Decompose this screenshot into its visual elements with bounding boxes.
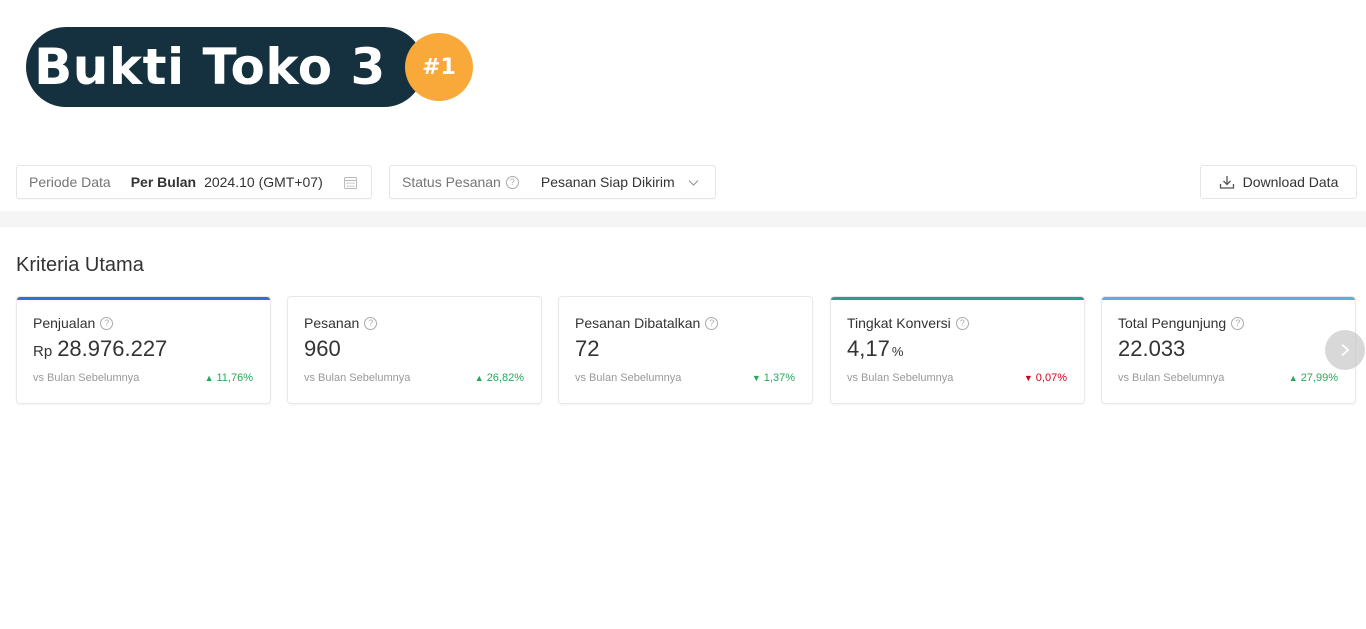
section-title: Kriteria Utama bbox=[16, 254, 144, 276]
calendar-icon[interactable] bbox=[343, 175, 358, 190]
change-indicator: ▼ 0,07% bbox=[1024, 372, 1067, 384]
download-data-button[interactable]: Download Data bbox=[1200, 165, 1357, 199]
triangle-down-icon: ▼ bbox=[1023, 373, 1033, 383]
card-accent-bar bbox=[831, 297, 1084, 300]
period-value: 2024.10 (GMT+07) bbox=[204, 174, 323, 190]
download-label: Download Data bbox=[1242, 174, 1339, 190]
change-indicator: ▲ 27,99% bbox=[1289, 372, 1338, 384]
triangle-down-icon: ▼ bbox=[751, 373, 761, 383]
status-value: Pesanan Siap Dikirim bbox=[540, 174, 675, 190]
card-value-number: 960 bbox=[304, 336, 341, 361]
card-title-text: Pesanan Dibatalkan bbox=[575, 315, 701, 331]
change-value: 1,37% bbox=[763, 372, 795, 384]
period-filter[interactable]: Periode Data Per Bulan 2024.10 (GMT+07) bbox=[16, 165, 372, 199]
value-suffix: % bbox=[891, 344, 904, 359]
card-value: 22.033 bbox=[1118, 336, 1185, 362]
help-icon[interactable]: ? bbox=[705, 316, 719, 330]
triangle-up-icon: ▲ bbox=[1288, 373, 1298, 383]
help-icon[interactable]: ? bbox=[100, 316, 114, 330]
metric-card[interactable]: Penjualan ? Rp 28.976.227 vs Bulan Sebel… bbox=[16, 296, 271, 404]
card-title: Penjualan ? bbox=[33, 315, 114, 331]
download-icon bbox=[1219, 176, 1234, 189]
triangle-up-icon: ▲ bbox=[474, 373, 484, 383]
help-icon[interactable]: ? bbox=[505, 175, 519, 189]
card-title: Pesanan ? bbox=[304, 315, 378, 331]
change-value: 11,76% bbox=[216, 372, 254, 384]
metric-card[interactable]: Total Pengunjung ? 22.033 vs Bulan Sebel… bbox=[1101, 296, 1356, 404]
change-value: 0,07% bbox=[1035, 372, 1067, 384]
change-value: 27,99% bbox=[1300, 372, 1338, 384]
card-value: 960 bbox=[304, 336, 341, 362]
title-banner: Bukti Toko 3 bbox=[26, 27, 424, 107]
help-icon[interactable]: ? bbox=[955, 316, 969, 330]
status-label: Status Pesanan bbox=[402, 174, 501, 190]
change-indicator: ▲ 26,82% bbox=[475, 372, 524, 384]
change-indicator: ▲ 11,76% bbox=[205, 372, 253, 384]
metric-card[interactable]: Tingkat Konversi ? 4,17 % vs Bulan Sebel… bbox=[830, 296, 1085, 404]
status-filter[interactable]: Status Pesanan ? Pesanan Siap Dikirim bbox=[389, 165, 716, 199]
compare-label: vs Bulan Sebelumnya bbox=[847, 372, 954, 384]
card-value: 4,17 % bbox=[847, 336, 903, 362]
next-cards-button[interactable] bbox=[1325, 330, 1365, 370]
card-title-text: Total Pengunjung bbox=[1118, 315, 1227, 331]
card-value-number: 4,17 bbox=[847, 336, 890, 361]
card-value: 72 bbox=[575, 336, 599, 362]
help-icon[interactable]: ? bbox=[364, 316, 378, 330]
card-title-text: Pesanan bbox=[304, 315, 360, 331]
card-title: Total Pengunjung ? bbox=[1118, 315, 1245, 331]
currency-prefix: Rp bbox=[33, 343, 53, 360]
help-icon[interactable]: ? bbox=[1231, 316, 1245, 330]
card-title: Pesanan Dibatalkan ? bbox=[575, 315, 719, 331]
triangle-up-icon: ▲ bbox=[204, 373, 214, 383]
compare-label: vs Bulan Sebelumnya bbox=[575, 372, 682, 384]
banner-title: Bukti Toko 3 bbox=[34, 38, 386, 96]
compare-label: vs Bulan Sebelumnya bbox=[1118, 372, 1225, 384]
card-title-text: Penjualan bbox=[33, 315, 96, 331]
compare-label: vs Bulan Sebelumnya bbox=[33, 372, 140, 384]
change-value: 26,82% bbox=[486, 372, 524, 384]
card-value: Rp 28.976.227 bbox=[33, 336, 167, 362]
metric-card[interactable]: Pesanan ? 960 vs Bulan Sebelumnya ▲ 26,8… bbox=[287, 296, 542, 404]
chevron-right-icon bbox=[1341, 343, 1350, 357]
rank-badge: #1 bbox=[405, 33, 473, 101]
card-title: Tingkat Konversi ? bbox=[847, 315, 969, 331]
card-accent-bar bbox=[1102, 297, 1355, 300]
card-title-text: Tingkat Konversi bbox=[847, 315, 951, 331]
compare-label: vs Bulan Sebelumnya bbox=[304, 372, 411, 384]
period-mode: Per Bulan bbox=[130, 174, 197, 190]
period-label: Periode Data bbox=[29, 174, 111, 190]
card-accent-bar bbox=[17, 297, 270, 300]
card-value-number: 28.976.227 bbox=[57, 336, 168, 361]
card-value-number: 72 bbox=[575, 336, 600, 361]
section-divider bbox=[0, 211, 1366, 227]
card-value-number: 22.033 bbox=[1118, 336, 1186, 361]
metric-card[interactable]: Pesanan Dibatalkan ? 72 vs Bulan Sebelum… bbox=[558, 296, 813, 404]
chevron-down-icon[interactable] bbox=[688, 177, 699, 188]
change-indicator: ▼ 1,37% bbox=[752, 372, 795, 384]
